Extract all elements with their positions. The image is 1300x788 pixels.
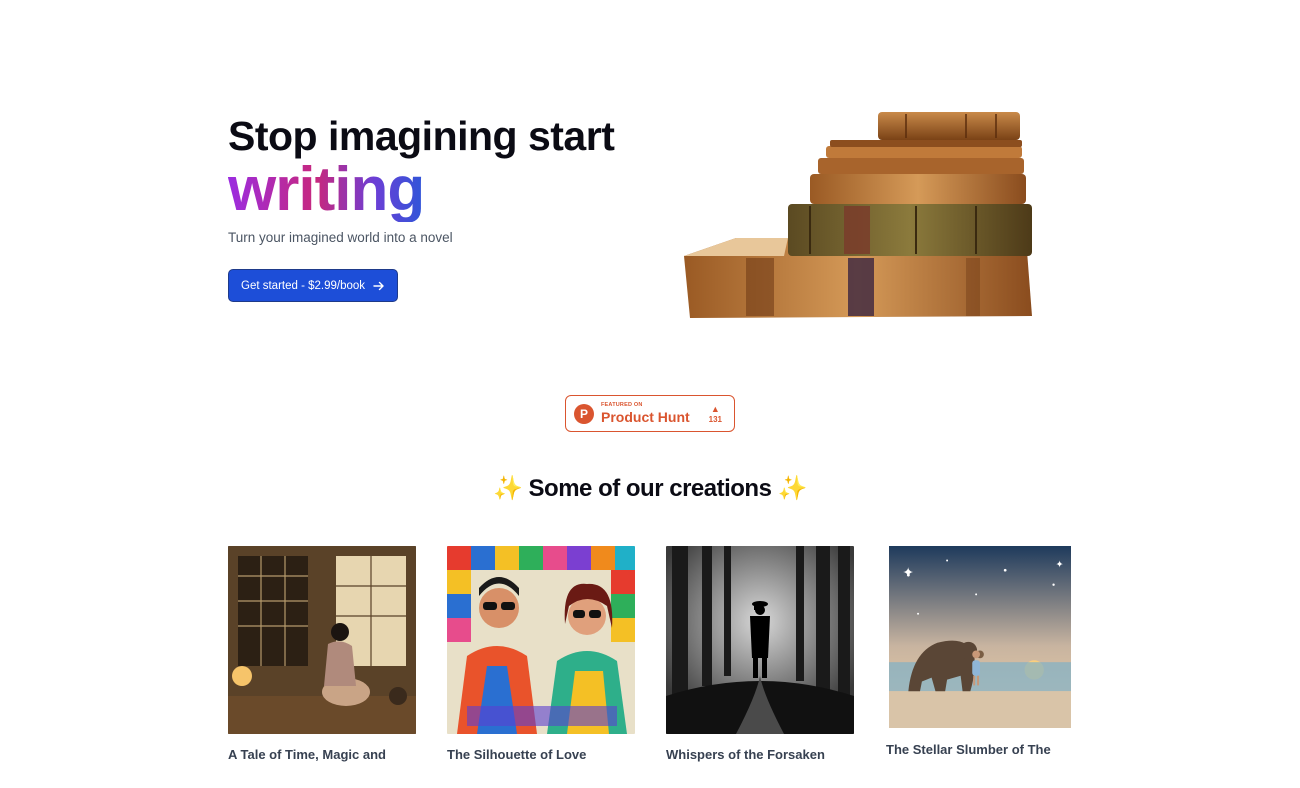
creation-card[interactable]: A Tale of Time, Magic and [228,546,416,762]
product-hunt-logo-icon: P [574,403,594,424]
creation-card[interactable]: ✦ ✦ The Stellar Slumber of The [886,546,1074,757]
product-hunt-text: FEATURED ON Product Hunt [601,401,690,426]
get-started-button[interactable]: Get started - $2.99/book [228,269,399,302]
sparkles-icon: ✨ [777,475,808,502]
product-hunt-badge[interactable]: P FEATURED ON Product Hunt ▲ 131 [565,395,735,432]
creation-title[interactable]: The Stellar Slumber of The [886,742,1074,757]
get-started-label: Get started - $2.99/book [241,279,366,292]
hero-headline: Stop imagining start [228,113,615,159]
product-hunt-votes: ▲ 131 [709,404,722,424]
creation-title[interactable]: A Tale of Time, Magic and [228,747,416,762]
upvote-count: 131 [708,414,722,424]
hero-section: Stop imagining start writing Turn your i… [0,0,1300,380]
creation-cover-image[interactable]: ✦ ✦ [886,546,1074,728]
product-hunt-featured-label: FEATURED ON [601,401,643,408]
arrow-right-icon [373,281,384,290]
hero-text: Stop imagining start writing Turn your i… [228,112,668,302]
creation-card[interactable]: Whispers of the Forsaken [666,546,854,762]
upvote-triangle-icon: ▲ [710,403,720,414]
sparkles-icon: ✨ [492,475,523,502]
hero-subtitle: Turn your imagined world into a novel [228,230,453,245]
creations-heading-text: Some of our creations [528,475,772,502]
creation-cover-image[interactable] [666,546,854,734]
svg-text:✦: ✦ [1056,559,1064,570]
creations-heading: ✨ Some of our creations ✨ [0,474,1300,503]
creation-cover-image[interactable] [447,546,635,734]
creation-cover-image[interactable] [228,546,416,734]
hero-headline-accent: writing [228,155,425,224]
book-stack-image [684,112,1032,318]
product-hunt-name: Product Hunt [601,409,690,426]
creation-title[interactable]: The Silhouette of Love [447,747,635,762]
creation-title[interactable]: Whispers of the Forsaken [666,747,854,762]
creation-card[interactable]: The Silhouette of Love [447,546,635,762]
svg-text:✦: ✦ [903,565,914,581]
